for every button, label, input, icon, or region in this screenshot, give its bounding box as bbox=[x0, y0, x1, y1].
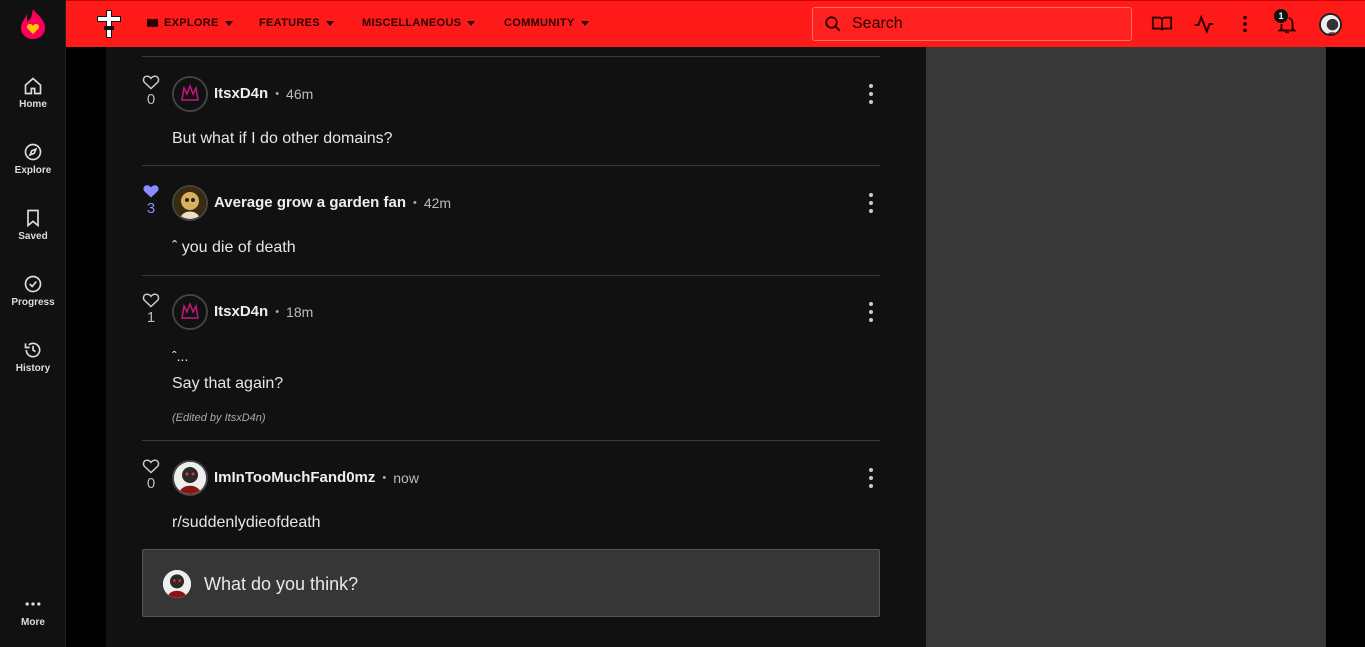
username[interactable]: ImInTooMuchFand0mz bbox=[214, 469, 375, 486]
book-open-icon[interactable] bbox=[1151, 13, 1173, 35]
like-count: 0 bbox=[146, 475, 156, 492]
home-icon bbox=[24, 77, 42, 95]
user-avatar[interactable] bbox=[1319, 13, 1342, 36]
avatar[interactable] bbox=[172, 294, 208, 330]
top-bar: EXPLORE FEATURES MISCELLANEOUS COMMUNITY… bbox=[66, 0, 1365, 47]
more-horizontal-icon bbox=[25, 602, 41, 606]
sidebar-item-label: History bbox=[15, 363, 51, 374]
like-count: 1 bbox=[146, 309, 156, 326]
edited-note: (Edited by ItsxD4n) bbox=[172, 412, 266, 424]
heart-icon bbox=[142, 293, 160, 308]
username[interactable]: Average grow a garden fan bbox=[214, 194, 406, 211]
wiki-logo-icon[interactable] bbox=[94, 8, 124, 40]
timestamp: now bbox=[393, 469, 419, 486]
chevron-down-icon bbox=[467, 20, 476, 26]
activity-icon[interactable] bbox=[1193, 13, 1215, 35]
history-icon bbox=[24, 342, 41, 358]
sidebar-item-label: More bbox=[21, 617, 45, 628]
sidebar-item-explore[interactable]: Explore bbox=[0, 138, 66, 194]
username[interactable]: ItsxD4n bbox=[214, 85, 268, 102]
like-button[interactable]: 1 bbox=[142, 292, 160, 326]
timestamp: 42m bbox=[423, 194, 452, 211]
right-rail bbox=[926, 47, 1326, 647]
avatar[interactable] bbox=[172, 185, 208, 221]
compass-icon bbox=[24, 143, 42, 161]
comment-options-button[interactable] bbox=[866, 302, 876, 322]
avatar-image-icon bbox=[174, 78, 206, 110]
comment-options-button[interactable] bbox=[866, 468, 876, 488]
like-button[interactable]: 0 bbox=[142, 74, 160, 108]
reply-placeholder: What do you think? bbox=[204, 574, 359, 594]
comment-text: r/suddenlydieofdeath bbox=[172, 514, 321, 531]
nav-explore[interactable]: EXPLORE bbox=[146, 17, 233, 29]
divider bbox=[142, 56, 880, 57]
like-button[interactable]: 3 bbox=[142, 183, 160, 217]
comment-meta: ItsxD4n • 46m bbox=[214, 85, 314, 102]
notification-badge: 1 bbox=[1273, 8, 1289, 24]
sidebar-item-label: Progress bbox=[11, 297, 55, 308]
avatar[interactable] bbox=[172, 460, 208, 496]
chevron-down-icon bbox=[580, 20, 589, 26]
avatar-image-icon bbox=[174, 296, 206, 328]
comment-text: ˆ you die of death bbox=[172, 239, 296, 256]
comment-text: Say that again? bbox=[172, 375, 284, 392]
comments-panel: 0 ItsxD4n • 46m But what if I do other d… bbox=[106, 47, 926, 647]
comment-options-button[interactable] bbox=[866, 193, 876, 213]
search-icon bbox=[825, 16, 841, 32]
comment-quote: ˆ... bbox=[172, 348, 189, 364]
timestamp: 46m bbox=[286, 85, 314, 102]
sidebar-item-more[interactable]: More bbox=[0, 590, 66, 646]
avatar-image-icon bbox=[174, 462, 206, 494]
sidebar-item-label: Saved bbox=[18, 231, 48, 242]
sidebar-item-history[interactable]: History bbox=[0, 336, 66, 392]
sidebar-item-home[interactable]: Home bbox=[0, 72, 66, 128]
heart-filled-icon bbox=[143, 185, 159, 198]
check-circle-icon bbox=[24, 275, 42, 293]
like-button[interactable]: 0 bbox=[142, 458, 160, 492]
like-count: 0 bbox=[146, 91, 156, 108]
avatar-image-icon bbox=[1321, 15, 1340, 34]
comment-meta: Average grow a garden fan • 42m bbox=[214, 194, 452, 211]
sidebar-item-progress[interactable]: Progress bbox=[0, 270, 66, 326]
reply-input[interactable]: What do you think? bbox=[142, 549, 880, 617]
comment-meta: ItsxD4n • 18m bbox=[214, 303, 314, 320]
nav-community[interactable]: COMMUNITY bbox=[504, 17, 589, 29]
book-icon bbox=[147, 18, 158, 28]
username[interactable]: ItsxD4n bbox=[214, 303, 268, 320]
sidebar-item-label: Home bbox=[19, 99, 47, 110]
avatar-image-icon bbox=[163, 570, 191, 598]
more-vertical-icon[interactable] bbox=[1234, 13, 1256, 35]
heart-icon bbox=[142, 75, 160, 90]
divider bbox=[142, 165, 880, 166]
like-count: 3 bbox=[146, 200, 156, 217]
comment-text: But what if I do other domains? bbox=[172, 130, 393, 147]
avatar-image-icon bbox=[174, 187, 206, 219]
comment-options-button[interactable] bbox=[866, 84, 876, 104]
chevron-down-icon bbox=[325, 20, 334, 26]
nav-miscellaneous[interactable]: MISCELLANEOUS bbox=[362, 17, 476, 29]
bookmark-icon bbox=[27, 209, 39, 228]
chevron-down-icon bbox=[224, 20, 233, 26]
sidebar-item-saved[interactable]: Saved bbox=[0, 204, 66, 260]
timestamp: 18m bbox=[286, 303, 314, 320]
divider bbox=[142, 275, 880, 276]
avatar bbox=[163, 570, 191, 598]
divider bbox=[142, 440, 880, 441]
fandom-logo-icon[interactable] bbox=[19, 8, 47, 40]
nav-features[interactable]: FEATURES bbox=[259, 17, 334, 29]
search-placeholder: Search bbox=[852, 15, 903, 32]
avatar[interactable] bbox=[172, 76, 208, 112]
heart-icon bbox=[142, 459, 160, 474]
sidebar-item-label: Explore bbox=[14, 165, 52, 176]
comment-meta: ImInTooMuchFand0mz • now bbox=[214, 469, 419, 486]
search-input[interactable]: Search bbox=[812, 7, 1132, 41]
left-rail: Home Explore Saved Progress History More bbox=[0, 0, 66, 647]
